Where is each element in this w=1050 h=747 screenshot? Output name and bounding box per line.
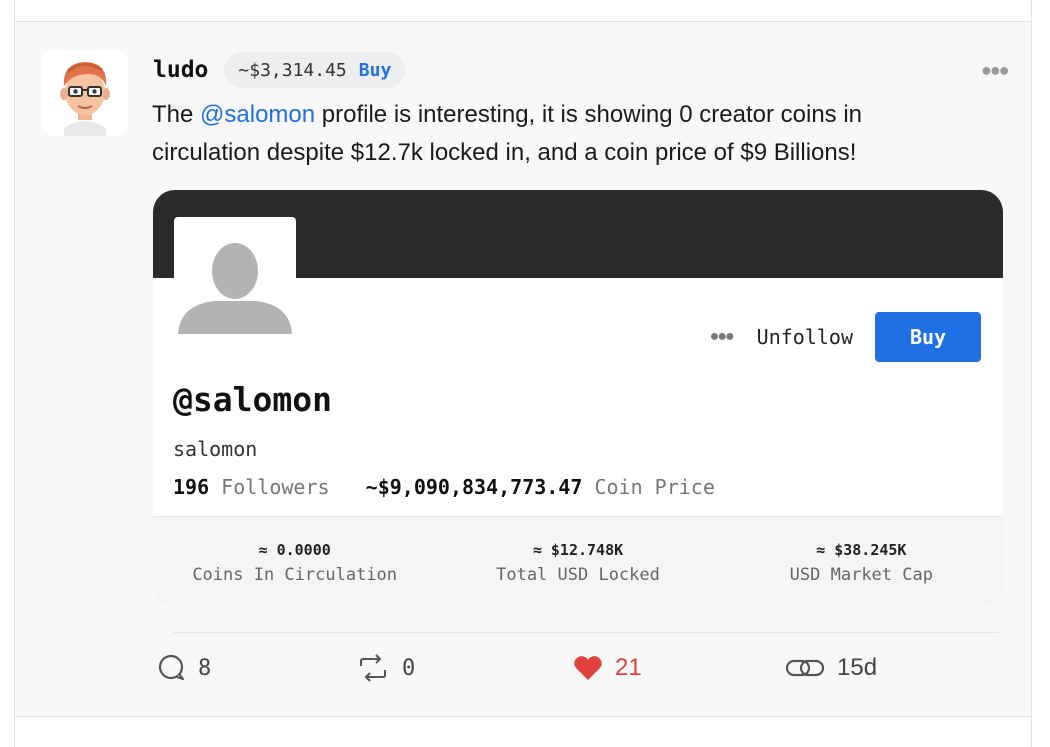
followers-label[interactable]: Followers xyxy=(221,475,329,499)
previous-post xyxy=(14,0,1032,22)
reclout-count: 0 xyxy=(402,655,416,681)
metric-value: ≈ $38.245K xyxy=(816,541,907,559)
comment-count: 8 xyxy=(198,655,212,681)
post: ludo ~$3,314.45 Buy ●●● The @salomon pro… xyxy=(14,22,1032,717)
more-icon[interactable]: ●●● xyxy=(981,60,1010,81)
author-price-pill[interactable]: ~$3,314.45 Buy xyxy=(224,52,406,88)
coin-price-value: ~$9,090,834,773.47 xyxy=(365,475,583,499)
metric-label: Total USD Locked xyxy=(496,565,660,585)
profile-stats: 196 Followers ~$9,090,834,773.47 Coin Pr… xyxy=(173,475,715,499)
metric-label: Coins In Circulation xyxy=(192,565,398,585)
metric-value: ≈ $12.748K xyxy=(532,541,624,559)
heart-icon xyxy=(574,656,602,680)
post-header: ludo ~$3,314.45 Buy xyxy=(153,52,406,88)
memoji-avatar-icon xyxy=(42,50,128,136)
like-count: 21 xyxy=(615,654,642,681)
metric-coins-in-circulation: ≈ 0.0000 Coins In Circulation xyxy=(153,517,436,607)
post-text-before: The xyxy=(152,101,201,128)
coin-price-label: Coin Price xyxy=(594,475,715,499)
profile-handle: @salomon xyxy=(173,380,332,419)
post-age: 15d xyxy=(837,654,878,681)
unfollow-button[interactable]: Unfollow xyxy=(757,325,853,349)
metric-label: USD Market Cap xyxy=(789,565,933,585)
comment-icon xyxy=(158,654,185,681)
link-icon xyxy=(785,659,825,677)
comment-button[interactable]: 8 xyxy=(158,648,211,688)
metric-total-usd-locked: ≈ $12.748K Total USD Locked xyxy=(436,517,719,607)
post-footer: 8 0 21 15d xyxy=(153,648,993,688)
reclout-button[interactable]: 0 xyxy=(356,648,415,688)
followers-count: 196 xyxy=(173,475,210,499)
next-post xyxy=(14,717,1032,747)
author-coin-price: ~$3,314.45 xyxy=(238,59,347,81)
mention-link[interactable]: @salomon xyxy=(200,101,315,128)
metric-usd-market-cap: ≈ $38.245K USD Market Cap xyxy=(720,517,1003,607)
profile-actions: ●●● Unfollow Buy xyxy=(153,311,981,363)
divider xyxy=(173,632,999,633)
coin-metrics: ≈ 0.0000 Coins In Circulation ≈ $12.748K… xyxy=(153,516,1003,607)
post-text: The @salomon profile is interesting, it … xyxy=(152,96,972,172)
like-button[interactable]: 21 xyxy=(573,648,642,688)
post-link-button[interactable]: 15d xyxy=(785,648,877,688)
profile-card[interactable]: ●●● Unfollow Buy @salomon salomon 196 Fo… xyxy=(153,190,1003,607)
repost-icon xyxy=(360,654,386,682)
profile-name: salomon xyxy=(173,437,258,461)
metric-value: ≈ 0.0000 xyxy=(258,541,331,559)
author-buy-link[interactable]: Buy xyxy=(359,60,392,81)
profile-more-icon[interactable]: ●●● xyxy=(710,328,735,346)
author-username[interactable]: ludo xyxy=(153,57,208,83)
author-avatar[interactable] xyxy=(42,50,128,136)
buy-button[interactable]: Buy xyxy=(875,312,981,362)
